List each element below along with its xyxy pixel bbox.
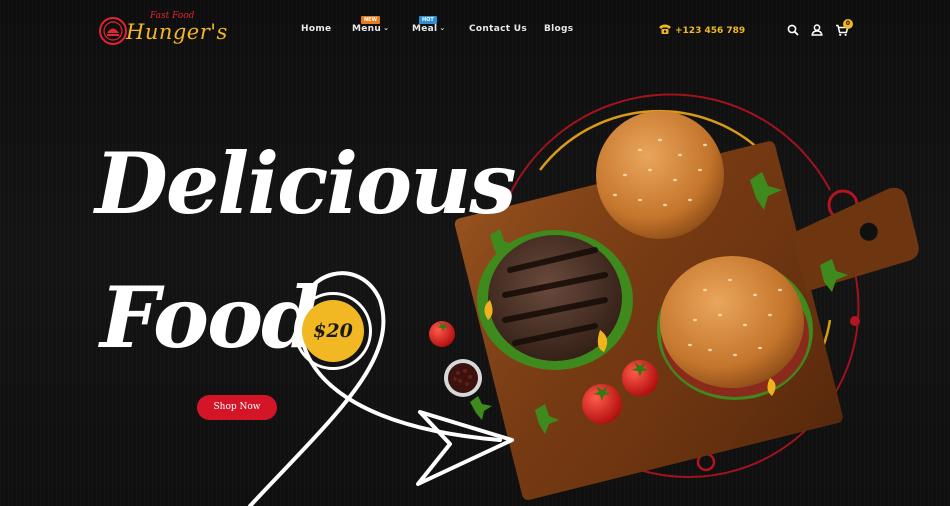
hero-title-line2: Food (100, 268, 320, 367)
price-value: $20 (302, 300, 364, 362)
pepper-bowl-illustration (444, 359, 492, 420)
burger-bun-top-illustration (596, 111, 724, 239)
shop-now-button[interactable]: Shop Now (197, 395, 277, 420)
hero-artwork (248, 93, 919, 506)
price-badge: $20 (294, 292, 372, 370)
hero-title-line1: Delicious (95, 134, 517, 233)
